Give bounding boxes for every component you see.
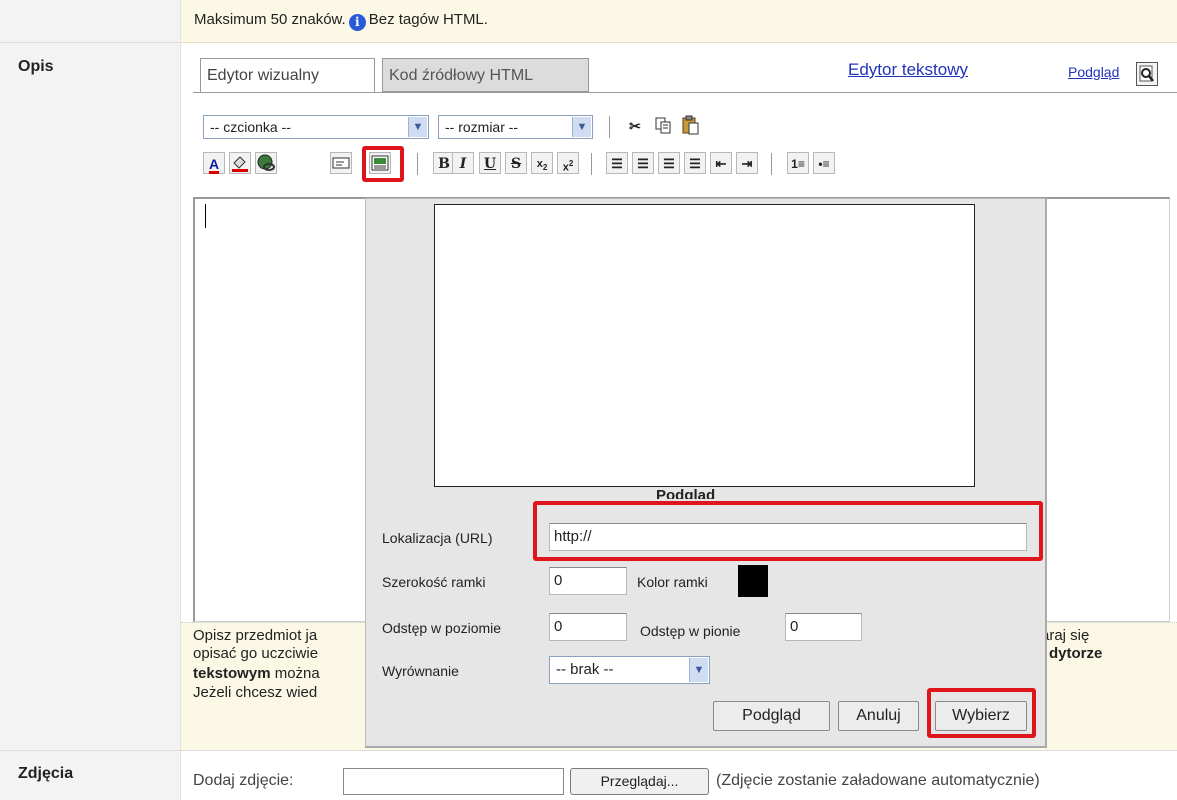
title-hint-bar: Maksimum 50 znaków. i Bez tagów HTML.	[181, 0, 1177, 43]
tab-visual-editor[interactable]: Edytor wizualny	[200, 58, 375, 92]
image-button-highlight	[362, 146, 404, 182]
border-color-swatch[interactable]	[738, 565, 768, 597]
email-icon[interactable]	[330, 152, 352, 174]
hint-line-4: Jeżeli chcesz wied	[193, 684, 318, 701]
background-color-icon[interactable]	[229, 152, 251, 174]
font-select-value: -- czcionka --	[210, 119, 291, 135]
link-icon[interactable]	[255, 152, 277, 174]
align-left-icon[interactable]: ☰	[606, 152, 628, 174]
preview-link[interactable]: Podgląd	[1068, 64, 1119, 80]
hint-line-2: opisać go uczciwie	[193, 645, 319, 662]
url-label: Lokalizacja (URL)	[382, 530, 493, 546]
max-length-note: Maksimum 50 znaków.	[194, 11, 346, 28]
align-label: Wyrównanie	[382, 663, 459, 679]
paste-icon[interactable]	[680, 115, 702, 137]
row-divider	[0, 750, 1177, 751]
label-column	[0, 0, 180, 800]
add-photo-label: Dodaj zdjęcie:	[193, 772, 294, 789]
row-label-opis: Opis	[18, 58, 54, 75]
toolbar-divider	[609, 116, 610, 138]
align-select[interactable]: -- brak -- ▼	[549, 656, 710, 684]
ordered-list-icon[interactable]: 1≡	[787, 152, 809, 174]
preview-icon[interactable]	[1136, 62, 1158, 86]
image-preview-area	[434, 204, 975, 487]
strikethrough-icon[interactable]: S	[505, 152, 527, 174]
select-button-highlight	[927, 688, 1036, 738]
border-width-label: Szerokość ramki	[382, 574, 486, 590]
tab-html-source[interactable]: Kod źródłowy HTML	[382, 58, 589, 92]
text-editor-link[interactable]: Edytor tekstowy	[848, 60, 968, 80]
font-color-icon[interactable]: A	[203, 152, 225, 174]
cut-icon[interactable]: ✂	[624, 115, 646, 137]
file-path-input[interactable]	[343, 768, 564, 795]
preview-caption: Podgląd	[656, 487, 716, 499]
hspace-label: Odstęp w poziomie	[382, 620, 502, 636]
hint-line-3: można	[270, 665, 320, 682]
justify-icon[interactable]: ☰	[684, 152, 706, 174]
toolbar-divider	[591, 153, 592, 175]
url-field-highlight	[533, 501, 1043, 561]
toolbar-divider	[771, 153, 772, 175]
no-html-note: Bez tagów HTML.	[368, 11, 488, 28]
info-icon[interactable]: i	[348, 14, 366, 31]
chevron-down-icon: ▼	[572, 117, 591, 137]
align-center-icon[interactable]: ☰	[632, 152, 654, 174]
subscript-icon[interactable]: x2	[531, 152, 553, 174]
text-cursor	[205, 204, 206, 228]
hint-bold: tekstowym	[193, 665, 271, 682]
hint-line-2-end: dytorze	[1049, 645, 1103, 662]
unordered-list-icon[interactable]: •≡	[813, 152, 835, 174]
underline-icon[interactable]: U	[479, 152, 501, 174]
align-right-icon[interactable]: ☰	[658, 152, 680, 174]
cancel-button[interactable]: Anuluj	[838, 701, 919, 731]
copy-icon[interactable]	[652, 115, 674, 137]
italic-icon[interactable]: I	[452, 152, 474, 174]
photo-upload-note: (Zdjęcie zostanie załadowane automatyczn…	[716, 772, 1040, 789]
hint-line-1-end: araj się	[1041, 627, 1090, 644]
size-select-value: -- rozmiar --	[445, 119, 519, 135]
vspace-input[interactable]: 0	[785, 613, 862, 641]
browse-button[interactable]: Przeglądaj...	[570, 768, 709, 795]
font-select[interactable]: -- czcionka -- ▼	[203, 115, 429, 139]
align-select-value: -- brak --	[556, 661, 614, 678]
border-color-label: Kolor ramki	[637, 574, 708, 590]
vspace-label: Odstęp w pionie	[640, 623, 741, 639]
size-select[interactable]: -- rozmiar -- ▼	[438, 115, 593, 139]
preview-button[interactable]: Podgląd	[713, 701, 830, 731]
tab-baseline	[193, 92, 1177, 93]
hspace-input[interactable]: 0	[549, 613, 627, 641]
indent-icon[interactable]: ⇥	[736, 152, 758, 174]
row-label-zdjecia: Zdjęcia	[18, 765, 74, 782]
row-divider	[0, 42, 181, 43]
chevron-down-icon: ▼	[408, 117, 427, 137]
chevron-down-icon: ▼	[689, 658, 708, 682]
hint-line-1: Opisz przedmiot ja	[193, 627, 318, 644]
superscript-icon[interactable]: x2	[557, 152, 579, 174]
outdent-icon[interactable]: ⇤	[710, 152, 732, 174]
border-width-input[interactable]: 0	[549, 567, 627, 595]
toolbar-divider	[417, 153, 418, 175]
